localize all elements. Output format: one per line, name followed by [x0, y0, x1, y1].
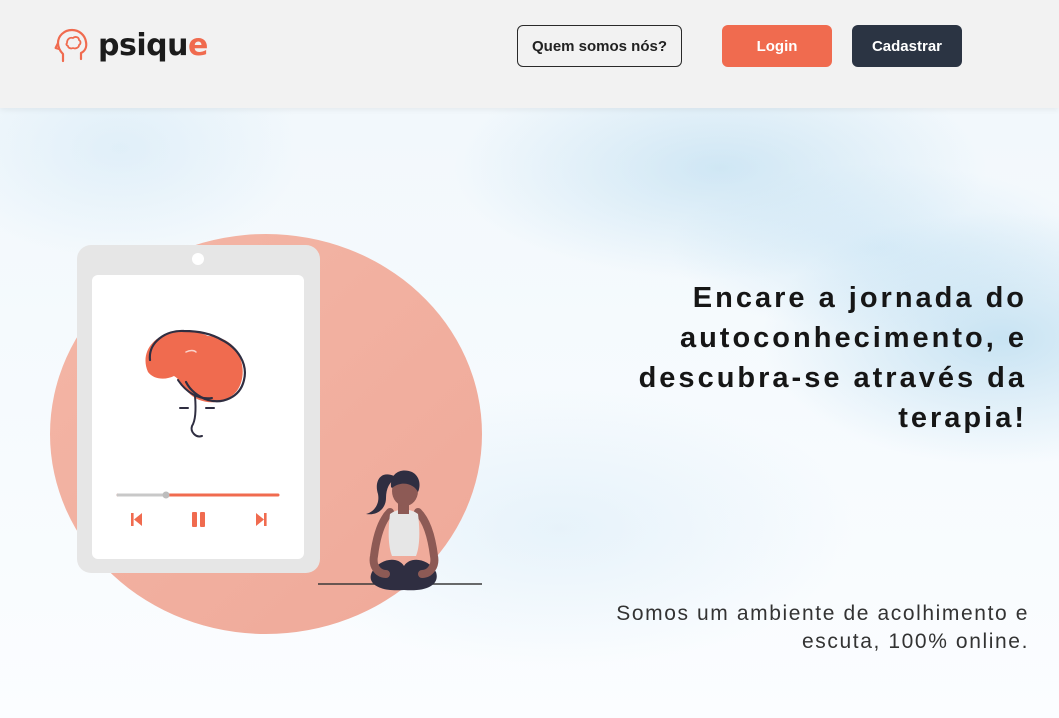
- hero-headline: Encare a jornada do autoconhecimento, e …: [638, 282, 1027, 434]
- logo-text: psique: [98, 31, 208, 61]
- logo-text-accent: e: [187, 28, 208, 63]
- about-us-button[interactable]: Quem somos nós?: [517, 25, 682, 67]
- tablet-device: [77, 245, 320, 573]
- hero-subtext: Somos um ambiente de acolhimento e escut…: [616, 602, 1029, 653]
- logo-text-prefix: psiqu: [98, 28, 188, 63]
- head-profile-icon: [54, 28, 88, 63]
- logo[interactable]: psique: [54, 26, 208, 66]
- signup-button[interactable]: Cadastrar: [852, 25, 962, 67]
- login-button[interactable]: Login: [722, 25, 832, 67]
- progress-knob[interactable]: [162, 491, 170, 499]
- site-header: psique Quem somos nós? Login Cadastrar: [0, 0, 1059, 108]
- hero-illustration: [50, 234, 482, 634]
